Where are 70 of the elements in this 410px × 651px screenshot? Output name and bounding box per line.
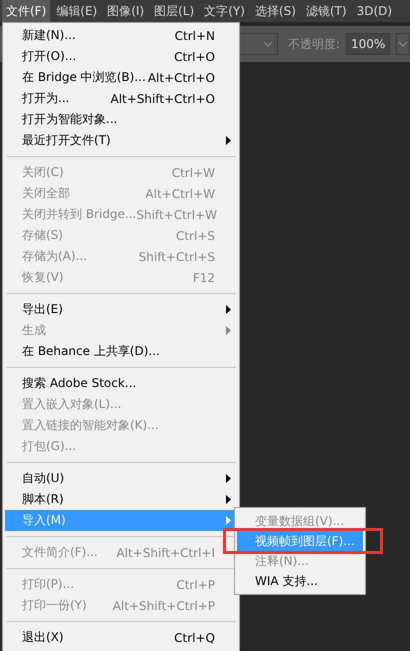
menu-item-label: WIA 支持...: [255, 572, 319, 590]
chevron-down-icon: [398, 41, 408, 47]
menu-item-label: 存储为(A)...: [22, 248, 88, 265]
menu-item-label: 退出(X): [22, 629, 65, 646]
menu-item[interactable]: 最近打开文件(T): [5, 130, 237, 151]
shortcut-label: Shift+Ctrl+S: [138, 250, 215, 264]
menu-item-label: 最近打开文件(T): [22, 132, 112, 149]
menu-item-label: 关闭(C): [22, 164, 65, 181]
menu-bar-item[interactable]: 滤镜(T): [302, 0, 351, 22]
menu-item[interactable]: 新建(N)... Ctrl+N: [5, 25, 237, 46]
shortcut-label: Ctrl+P: [176, 578, 215, 592]
menu-item[interactable]: 在 Behance 上共享(D)...: [5, 341, 237, 362]
menu-item[interactable]: 导出(E): [5, 299, 237, 320]
menu-item-label: 在 Behance 上共享(D)...: [22, 343, 161, 360]
menu-item-label: 打印(P)...: [22, 576, 76, 593]
opacity-field[interactable]: 100%: [346, 33, 390, 55]
menu-item-label: 在 Bridge 中浏览(B)...: [22, 69, 147, 86]
menu-item-label: 打开(O)...: [22, 48, 78, 65]
shortcut-label: Alt+Shift+Ctrl+P: [112, 598, 215, 612]
shortcut-label: Alt+Ctrl+W: [145, 186, 215, 200]
menu-item-label: 导出(E): [22, 301, 64, 318]
shortcut-label: Alt+Shift+Ctrl+I: [116, 546, 215, 560]
menu-item-label: 打开为...: [22, 90, 70, 107]
menu-bar-item[interactable]: 图层(L): [150, 0, 198, 22]
submenu-item[interactable]: WIA 支持...: [237, 571, 363, 591]
menu-item-label: 打包(G)...: [22, 438, 78, 455]
menu-item-label: 新建(N)...: [22, 27, 77, 44]
menu-item[interactable]: 搜索 Adobe Stock...: [5, 373, 237, 394]
menu-item[interactable]: 退出(X) Ctrl+Q: [5, 627, 237, 648]
menu-item-label: 存储(S): [22, 227, 64, 244]
menu-item-label: 打印一份(Y): [22, 597, 88, 614]
menu-item-label: 注释(N)...: [255, 552, 310, 570]
menu-item-label: 变量数据组(V)...: [255, 512, 346, 530]
menu-item[interactable]: 脚本(R): [5, 489, 237, 510]
chevron-down-icon: [262, 41, 273, 47]
menu-item[interactable]: 在 Bridge 中浏览(B)... Alt+Ctrl+O: [5, 67, 237, 88]
menu-item-label: 置入链接的智能对象(K)...: [22, 417, 160, 434]
shortcut-label: Ctrl+S: [176, 228, 215, 242]
menu-item-label: 打开为智能对象...: [22, 111, 118, 128]
menu-item[interactable]: 自动(U): [5, 468, 237, 489]
menu-item-label: 文件简介(F)...: [22, 544, 99, 561]
shortcut-label: Ctrl+Q: [174, 630, 215, 644]
shortcut-label: Ctrl+W: [172, 166, 215, 180]
menu-bar-item[interactable]: 图像(I): [103, 0, 148, 22]
menu-bar-item[interactable]: 编辑(E): [52, 0, 102, 22]
menu-item-label: 生成: [22, 322, 47, 339]
menu-item[interactable]: 打开(O)... Ctrl+O: [5, 46, 237, 67]
shortcut-label: Ctrl+N: [174, 28, 215, 42]
menu-item-label: 搜索 Adobe Stock...: [22, 375, 138, 392]
menu-item-label: 自动(U): [22, 470, 66, 487]
menu-item-label: 关闭并转到 Bridge...: [22, 206, 136, 223]
menu-item-label: 脚本(R): [22, 491, 65, 508]
menu-bar-item[interactable]: 文件(F): [2, 0, 50, 22]
menu-bar-item[interactable]: 选择(S): [250, 0, 300, 22]
menu-item-label: 置入嵌入对象(L)...: [22, 396, 122, 413]
shortcut-label: Alt+Shift+Ctrl+O: [110, 92, 215, 106]
menu-item[interactable]: 打开为智能对象...: [5, 109, 237, 130]
menu-bar-item[interactable]: 3D(D): [352, 0, 396, 22]
opacity-dropdown-button[interactable]: [396, 33, 410, 55]
menu-item[interactable]: 打开为... Alt+Shift+Ctrl+O: [5, 88, 237, 109]
menu-item-label: 视频帧到图层(F)...: [255, 532, 355, 550]
opacity-label: 不透明度:: [288, 36, 340, 52]
shortcut-label: F12: [192, 270, 215, 284]
menu-item-label: 恢复(V): [22, 269, 65, 286]
menu-bar-item[interactable]: 文字(Y): [200, 0, 249, 22]
shortcut-label: Shift+Ctrl+W: [136, 208, 217, 222]
shortcut-label: Ctrl+O: [174, 50, 215, 64]
menu-item-label: 关闭全部: [22, 185, 71, 202]
shortcut-label: Alt+Ctrl+O: [148, 70, 215, 84]
menu-item-label: 导入(M): [22, 512, 67, 529]
